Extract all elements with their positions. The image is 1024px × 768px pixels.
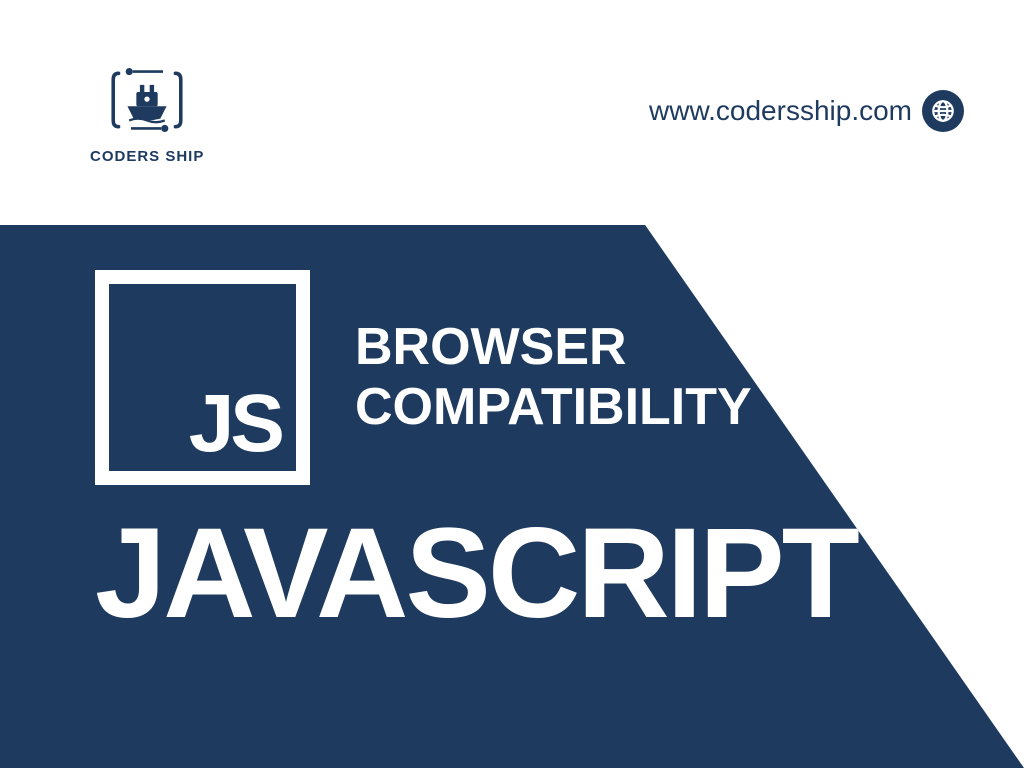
hero-content: JS BROWSER COMPATIBILITY JAVASCRIPT bbox=[0, 225, 1024, 638]
main-title: JAVASCRIPT bbox=[95, 510, 1024, 638]
ship-logo-icon bbox=[102, 60, 192, 140]
brand-logo: CODERS SHIP bbox=[90, 60, 204, 165]
globe-icon bbox=[922, 90, 964, 132]
subtitle-block: BROWSER COMPATIBILITY bbox=[355, 318, 752, 438]
hero-banner: JS BROWSER COMPATIBILITY JAVASCRIPT bbox=[0, 225, 1024, 768]
header: CODERS SHIP www.codersship.com bbox=[0, 0, 1024, 225]
website-url: www.codersship.com bbox=[649, 95, 912, 127]
subtitle-line-2: COMPATIBILITY bbox=[355, 378, 752, 438]
js-badge: JS bbox=[95, 270, 310, 485]
js-badge-text: JS bbox=[189, 389, 281, 459]
brand-name: CODERS SHIP bbox=[90, 148, 204, 165]
url-container: www.codersship.com bbox=[649, 90, 964, 132]
subtitle-line-1: BROWSER bbox=[355, 318, 752, 378]
hero-top-row: JS BROWSER COMPATIBILITY bbox=[95, 270, 1024, 485]
